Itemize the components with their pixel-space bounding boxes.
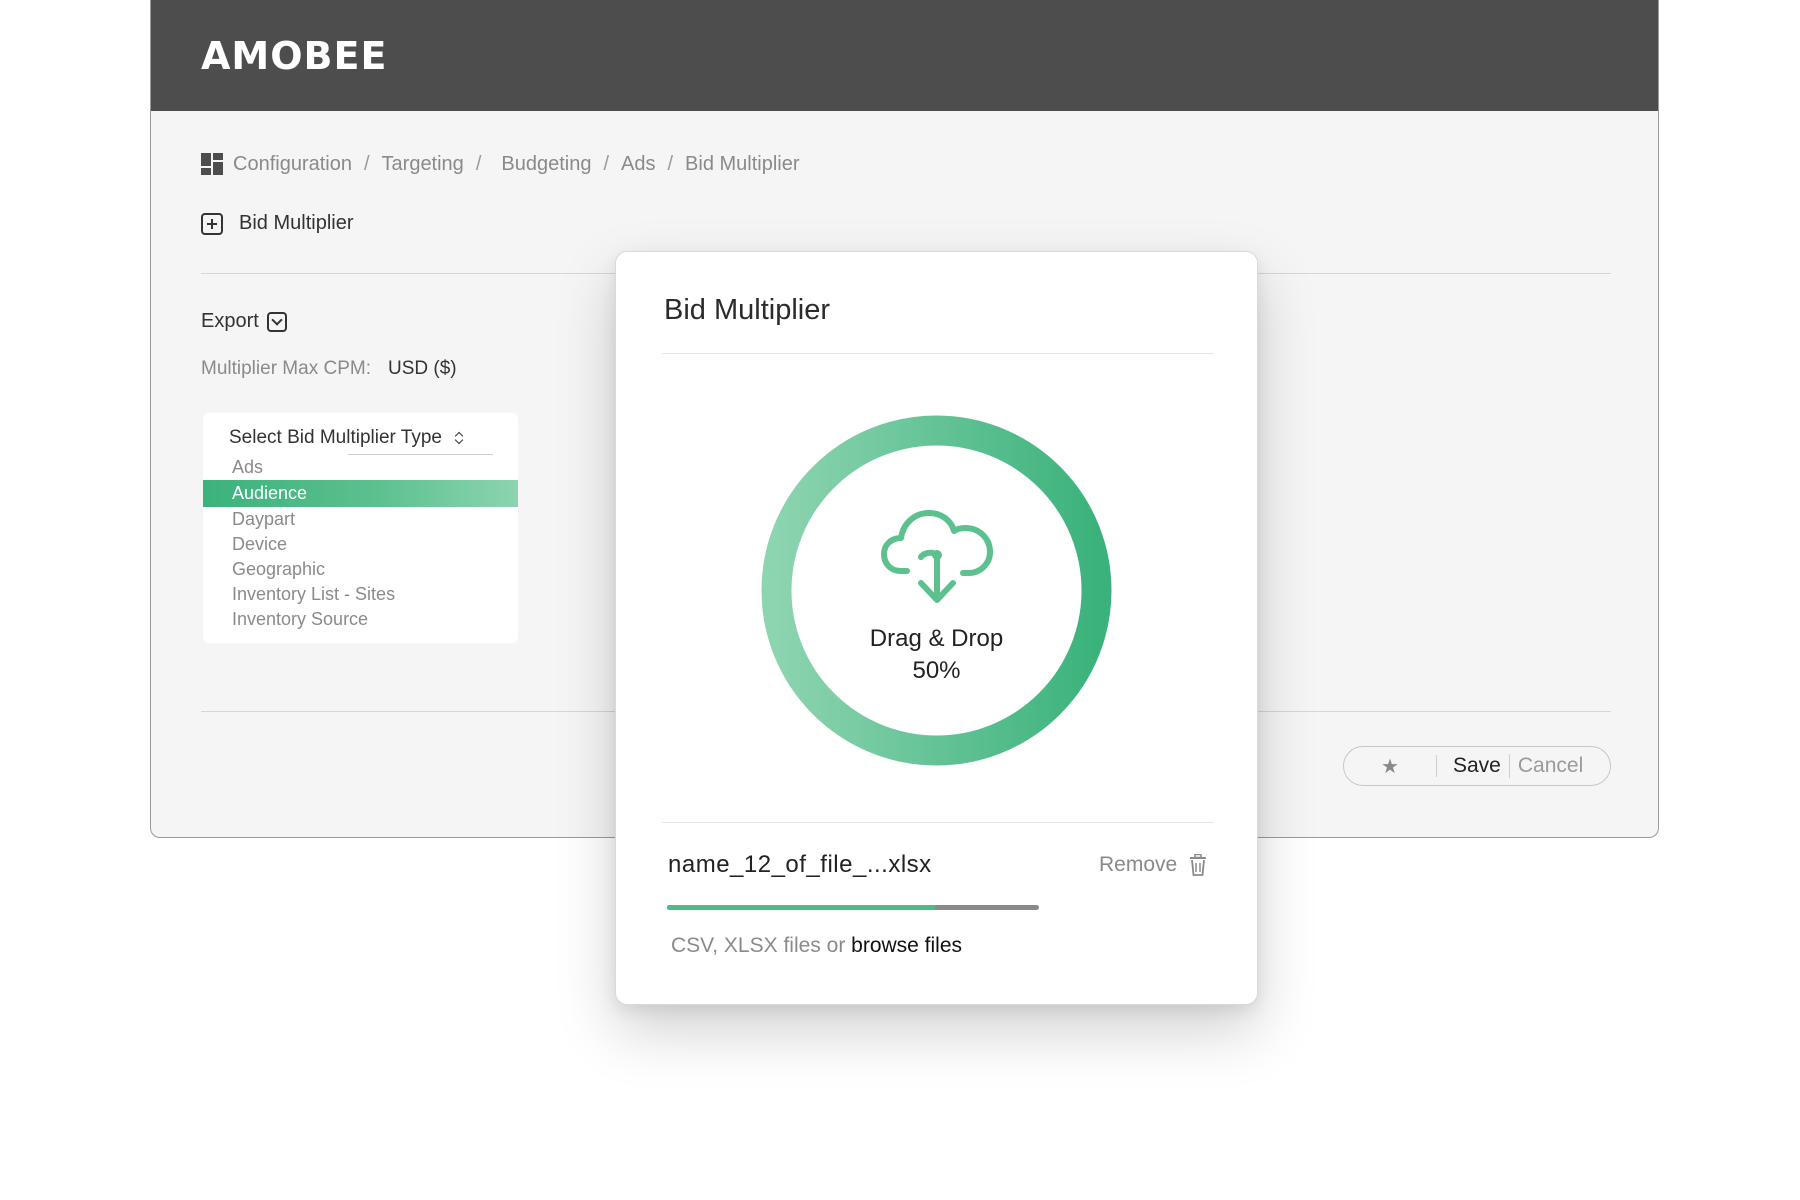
cloud-download-icon (881, 510, 993, 603)
trash-icon (1190, 854, 1207, 876)
cpm-currency-value: USD ($) (387, 358, 457, 379)
breadcrumb-item-ads[interactable]: Ads (621, 153, 655, 176)
breadcrumb-item-configuration[interactable]: Configuration (233, 153, 352, 176)
modal-title: Bid Multiplier (664, 294, 830, 326)
app-header: AMOBEE (151, 0, 1658, 111)
dashboard-icon[interactable] (201, 153, 223, 175)
star-icon[interactable]: ★ (1344, 754, 1436, 778)
type-option-ads[interactable]: Ads (203, 455, 518, 480)
type-options-list: Ads Audience Daypart Device Geographic I… (203, 455, 518, 632)
breadcrumb-separator: / (603, 152, 610, 175)
upload-progress-fill (667, 905, 935, 910)
breadcrumb-separator: / (475, 152, 482, 175)
cancel-button[interactable]: Cancel (1508, 754, 1583, 778)
modal-file-divider (662, 822, 1214, 823)
bid-multiplier-upload-modal: Bid Multiplier Drag & Drop 50% name_12_o… (615, 251, 1258, 1005)
cpm-label: Multiplier Max CPM: (201, 358, 371, 379)
breadcrumb-separator: / (363, 152, 370, 175)
type-select-label: Select Bid Multiplier Type (229, 427, 442, 448)
bid-multiplier-type-panel: Select Bid Multiplier Type Ads Audience … (203, 413, 518, 643)
type-option-geographic[interactable]: Geographic (203, 557, 518, 582)
breadcrumb-item-budgeting[interactable]: Budgeting (501, 153, 591, 176)
type-option-audience[interactable]: Audience (203, 480, 518, 507)
sort-arrows-icon (454, 431, 464, 445)
section-title-label: Bid Multiplier (239, 212, 354, 234)
action-bar: ★ Save Cancel (1343, 746, 1611, 786)
action-separator (1436, 755, 1437, 777)
type-option-device[interactable]: Device (203, 532, 518, 557)
breadcrumb-separator: / (667, 152, 674, 175)
upload-progress-bar (667, 905, 1039, 910)
file-type-hint: CSV, XLSX files or browse files (671, 934, 962, 958)
progress-percent: 50% (912, 657, 961, 684)
bid-multiplier-type-select[interactable]: Select Bid Multiplier Type (229, 427, 464, 449)
chevron-down-box-icon (266, 311, 287, 332)
type-option-inventory-source[interactable]: Inventory Source (203, 607, 518, 632)
plus-box-icon[interactable] (201, 212, 223, 235)
breadcrumb-item-targeting[interactable]: Targeting (382, 153, 464, 176)
drag-drop-label: Drag & Drop (869, 625, 1004, 652)
uploaded-file-name: name_12_of_file_...xlsx (668, 851, 932, 878)
export-label: Export (201, 310, 259, 332)
modal-title-divider (662, 353, 1214, 354)
drag-drop-zone[interactable]: Drag & Drop 50% (761, 415, 1112, 766)
save-button[interactable]: Save (1453, 754, 1501, 778)
browse-files-link[interactable]: browse files (851, 934, 962, 957)
multiplier-max-cpm: Multiplier Max CPM: USD ($) (201, 358, 457, 380)
hint-text: CSV, XLSX files or (671, 934, 846, 957)
section-title: Bid Multiplier (201, 212, 353, 235)
remove-label: Remove (1099, 853, 1178, 876)
type-option-inventory-list-sites[interactable]: Inventory List - Sites (203, 582, 518, 607)
brand-logo: AMOBEE (201, 34, 388, 78)
type-option-daypart[interactable]: Daypart (203, 507, 518, 532)
breadcrumb-item-bid-multiplier[interactable]: Bid Multiplier (685, 153, 799, 176)
export-button[interactable]: Export (201, 310, 287, 333)
breadcrumb: Configuration / Targeting / Budgeting / … (201, 151, 800, 177)
remove-file-button[interactable]: Remove (1099, 853, 1207, 877)
